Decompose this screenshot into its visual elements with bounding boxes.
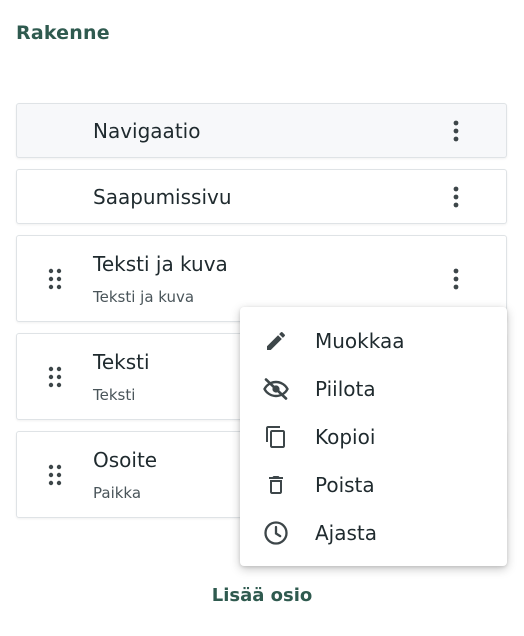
section-type: Teksti ja kuva: [93, 288, 195, 306]
trash-icon: [262, 471, 290, 499]
section-card-navigaatio[interactable]: Navigaatio: [16, 103, 507, 158]
section-card-saapumissivu[interactable]: Saapumissivu: [16, 169, 507, 224]
eye-off-icon: [262, 375, 290, 403]
more-options-icon[interactable]: [444, 265, 468, 293]
section-name: Teksti: [93, 350, 150, 374]
menu-item-edit[interactable]: Muokkaa: [240, 317, 507, 365]
section-name: Navigaatio: [93, 119, 201, 143]
add-section-link[interactable]: Lisää osio: [0, 585, 524, 606]
copy-icon: [262, 423, 290, 451]
menu-item-hide[interactable]: Piilota: [240, 365, 507, 413]
menu-item-schedule[interactable]: Ajasta: [240, 509, 507, 557]
section-name: Teksti ja kuva: [93, 252, 228, 276]
menu-item-label: Muokkaa: [315, 329, 405, 353]
menu-item-label: Kopioi: [315, 425, 376, 449]
section-type: Teksti: [93, 386, 136, 404]
more-options-icon[interactable]: [444, 117, 468, 145]
section-type: Paikka: [93, 484, 142, 502]
drag-handle-icon[interactable]: [47, 366, 63, 388]
section-name: Osoite: [93, 448, 158, 472]
more-options-icon[interactable]: [444, 183, 468, 211]
menu-item-delete[interactable]: Poista: [240, 461, 507, 509]
menu-item-label: Ajasta: [315, 521, 378, 545]
menu-item-copy[interactable]: Kopioi: [240, 413, 507, 461]
drag-handle-icon[interactable]: [47, 464, 63, 486]
clock-icon: [262, 519, 290, 547]
section-context-menu: Muokkaa Piilota Kopioi Poista Ajasta: [240, 307, 507, 566]
pencil-icon: [262, 327, 290, 355]
menu-item-label: Piilota: [315, 377, 376, 401]
section-name: Saapumissivu: [93, 185, 232, 209]
page-title: Rakenne: [16, 22, 110, 44]
drag-handle-icon[interactable]: [47, 268, 63, 290]
menu-item-label: Poista: [315, 473, 375, 497]
